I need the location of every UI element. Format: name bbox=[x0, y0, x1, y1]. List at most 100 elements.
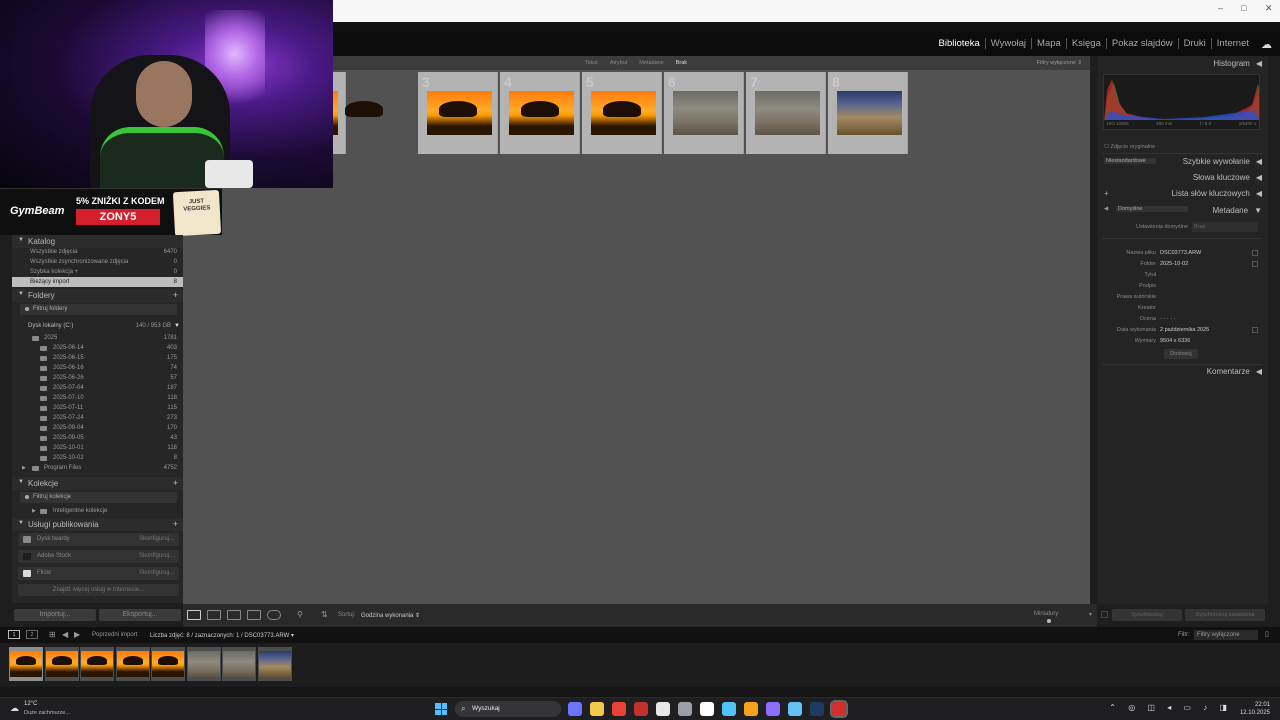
collection-filter-input[interactable]: Filtruj kolekcje bbox=[20, 492, 177, 503]
photo-thumbnail[interactable] bbox=[837, 91, 902, 135]
import-button[interactable]: Importuj... bbox=[14, 609, 96, 621]
folder-item[interactable]: 2025-10-01 118 bbox=[12, 443, 183, 453]
survey-view-icon[interactable] bbox=[247, 610, 261, 620]
sync-metadata-button[interactable]: Synchronizuj bbox=[1112, 609, 1182, 621]
taskbar-app-icon[interactable] bbox=[656, 702, 670, 716]
taskbar-app-icon[interactable] bbox=[590, 702, 604, 716]
cloud-icon[interactable]: ☁ bbox=[1261, 38, 1272, 51]
taskbar-app-icon[interactable] bbox=[722, 702, 736, 716]
minimize-button[interactable]: – bbox=[1218, 3, 1223, 13]
add-folder-icon[interactable]: + bbox=[173, 290, 178, 300]
taskbar-app-icon[interactable] bbox=[830, 700, 848, 718]
taskbar-app-icon[interactable] bbox=[766, 702, 780, 716]
filmstrip-thumbnail[interactable] bbox=[9, 647, 43, 681]
compare-view-icon[interactable] bbox=[227, 610, 241, 620]
window-2-button[interactable]: 2 bbox=[26, 630, 38, 639]
folder-item[interactable]: 2025-10-02 8 bbox=[12, 453, 183, 463]
painter-icon[interactable]: ⚲ bbox=[297, 610, 303, 619]
taskbar-app-icon[interactable] bbox=[788, 702, 802, 716]
find-more-services-button[interactable]: Znajdź więcej usług w Internecie... bbox=[18, 584, 179, 596]
photo-thumbnail[interactable] bbox=[673, 91, 738, 135]
maximize-button[interactable]: □ bbox=[1241, 3, 1246, 13]
publish-header[interactable]: ▼ Usługi publikowania + bbox=[12, 518, 183, 531]
taskbar-app-icon[interactable] bbox=[810, 702, 824, 716]
add-keyword-icon[interactable]: + bbox=[1104, 189, 1109, 198]
filmstrip-thumbnail[interactable] bbox=[80, 647, 114, 681]
grid-view-icon[interactable] bbox=[187, 610, 201, 620]
metadata-action-icon[interactable] bbox=[1252, 327, 1258, 333]
filmstrip-filter-select[interactable]: Filtry wyłączone bbox=[1194, 630, 1258, 640]
disk-volume[interactable]: Dysk lokalny (C:) 140 / 953 GB ▼ bbox=[12, 321, 183, 331]
sort-direction-icon[interactable]: ⇅ bbox=[321, 610, 328, 619]
photo-thumbnail[interactable] bbox=[509, 91, 574, 135]
metadata-action-icon[interactable] bbox=[1252, 261, 1258, 267]
taskbar-app-icon[interactable] bbox=[700, 702, 714, 716]
clock[interactable]: 22:01 12.10.2025 bbox=[1240, 701, 1270, 717]
comments-header[interactable]: Komentarze ◀ bbox=[1207, 367, 1262, 376]
folder-program-files[interactable]: ▶ Program Files 4752 bbox=[12, 463, 183, 473]
module-book[interactable]: Księga bbox=[1065, 38, 1106, 49]
metadata-row[interactable]: Folder 2025-10-02 bbox=[1102, 259, 1264, 269]
smart-collections[interactable]: ▶ Inteligentne kolekcje bbox=[12, 506, 183, 516]
filmstrip-thumbnail[interactable] bbox=[115, 647, 150, 681]
taskbar-app-icon[interactable] bbox=[678, 702, 692, 716]
catalog-current-import[interactable]: Bieżący import 8 bbox=[12, 277, 183, 287]
folder-item[interactable]: 2025-09-05 43 bbox=[12, 433, 183, 443]
grid-cell[interactable] bbox=[333, 72, 383, 154]
add-service-icon[interactable]: + bbox=[173, 519, 178, 529]
people-view-icon[interactable] bbox=[267, 610, 281, 620]
folder-item[interactable]: 2025-06-16 74 bbox=[12, 363, 183, 373]
folder-item[interactable]: 2025-07-11 115 bbox=[12, 403, 183, 413]
module-develop[interactable]: Wywołaj bbox=[984, 38, 1031, 49]
quick-develop-header[interactable]: Szybkie wywołanie ◀ bbox=[1183, 157, 1262, 166]
taskbar-app-icon[interactable] bbox=[612, 702, 626, 716]
filmstrip-thumbnail[interactable] bbox=[151, 647, 185, 681]
metadata-row[interactable]: Podpis bbox=[1102, 281, 1264, 291]
filmstrip-thumbnail[interactable] bbox=[257, 647, 292, 681]
photo-thumbnail[interactable] bbox=[427, 91, 492, 135]
windows-start-icon[interactable] bbox=[435, 703, 447, 715]
quick-develop-preset[interactable]: Niestandardowe bbox=[1104, 158, 1156, 164]
metadata-toggle-icon[interactable]: ◀ bbox=[1104, 206, 1108, 212]
folder-filter-input[interactable]: Filtruj foldery bbox=[20, 304, 177, 315]
folder-item[interactable]: 2025-06-14 403 bbox=[12, 343, 183, 353]
folder-item[interactable]: 2025-07-10 118 bbox=[12, 393, 183, 403]
photo-thumbnail[interactable] bbox=[755, 91, 820, 135]
metadata-row[interactable]: Tytuł bbox=[1102, 270, 1264, 280]
module-library[interactable]: Biblioteka bbox=[934, 38, 985, 49]
filter-presets[interactable]: Filtry wyłączone ⇕ bbox=[1037, 60, 1082, 66]
catalog-all-photos[interactable]: Wszystkie zdjęcia 6470 bbox=[12, 247, 183, 257]
back-icon[interactable]: ◀ bbox=[62, 630, 68, 639]
module-print[interactable]: Druki bbox=[1177, 38, 1211, 49]
filter-text[interactable]: Tekst bbox=[585, 60, 598, 66]
filter-toggle-icon[interactable]: ▯ bbox=[1265, 630, 1269, 638]
folder-item[interactable]: 2025-07-24 273 bbox=[12, 413, 183, 423]
sort-select[interactable]: Godzina wykonania ⇕ bbox=[361, 612, 420, 619]
folder-2025[interactable]: 2025 1781 bbox=[12, 333, 183, 343]
filter-none[interactable]: Brak bbox=[676, 60, 687, 66]
histogram-header[interactable]: Histogram ◀ bbox=[1213, 59, 1262, 68]
folder-item[interactable]: 2025-06-15 175 bbox=[12, 353, 183, 363]
publish-adobe-stock[interactable]: Adobe Stock Skonfiguruj... bbox=[18, 550, 179, 563]
metadata-row[interactable]: Ocena · · · · · bbox=[1102, 314, 1264, 324]
folder-item[interactable]: 2025-07-04 187 bbox=[12, 383, 183, 393]
metadata-defaults-select[interactable]: Brak bbox=[1192, 222, 1258, 232]
grid-cell[interactable]: 3 bbox=[418, 72, 498, 154]
collections-header[interactable]: ▼ Kolekcje + bbox=[12, 477, 183, 490]
toolbar-menu-icon[interactable]: ▾ bbox=[1089, 611, 1092, 618]
metadata-preset-select[interactable]: Domyślne bbox=[1116, 206, 1188, 212]
catalog-quick-collection[interactable]: Szybka kolekcja +0 bbox=[12, 267, 183, 277]
taskbar-app-icon[interactable] bbox=[744, 702, 758, 716]
module-slideshow[interactable]: Pokaz slajdów bbox=[1105, 38, 1178, 49]
grid-cell[interactable]: 4 bbox=[500, 72, 580, 154]
filter-attribute[interactable]: Atrybut bbox=[610, 60, 627, 66]
filmstrip-thumbnail[interactable] bbox=[186, 647, 221, 681]
publish-flickr[interactable]: Flickr Skonfiguruj... bbox=[18, 567, 179, 580]
taskbar-search[interactable]: ⌕ Wyszukaj bbox=[455, 701, 561, 717]
folder-item[interactable]: 2025-09-04 170 bbox=[12, 423, 183, 433]
module-map[interactable]: Mapa bbox=[1031, 38, 1066, 49]
thumbnail-size-slider[interactable] bbox=[1047, 619, 1051, 623]
metadata-row[interactable]: Nazwa pliku DSC03773.ARW bbox=[1102, 248, 1264, 258]
grid-cell[interactable]: 5 bbox=[582, 72, 662, 154]
photo-thumbnail[interactable] bbox=[333, 91, 383, 135]
